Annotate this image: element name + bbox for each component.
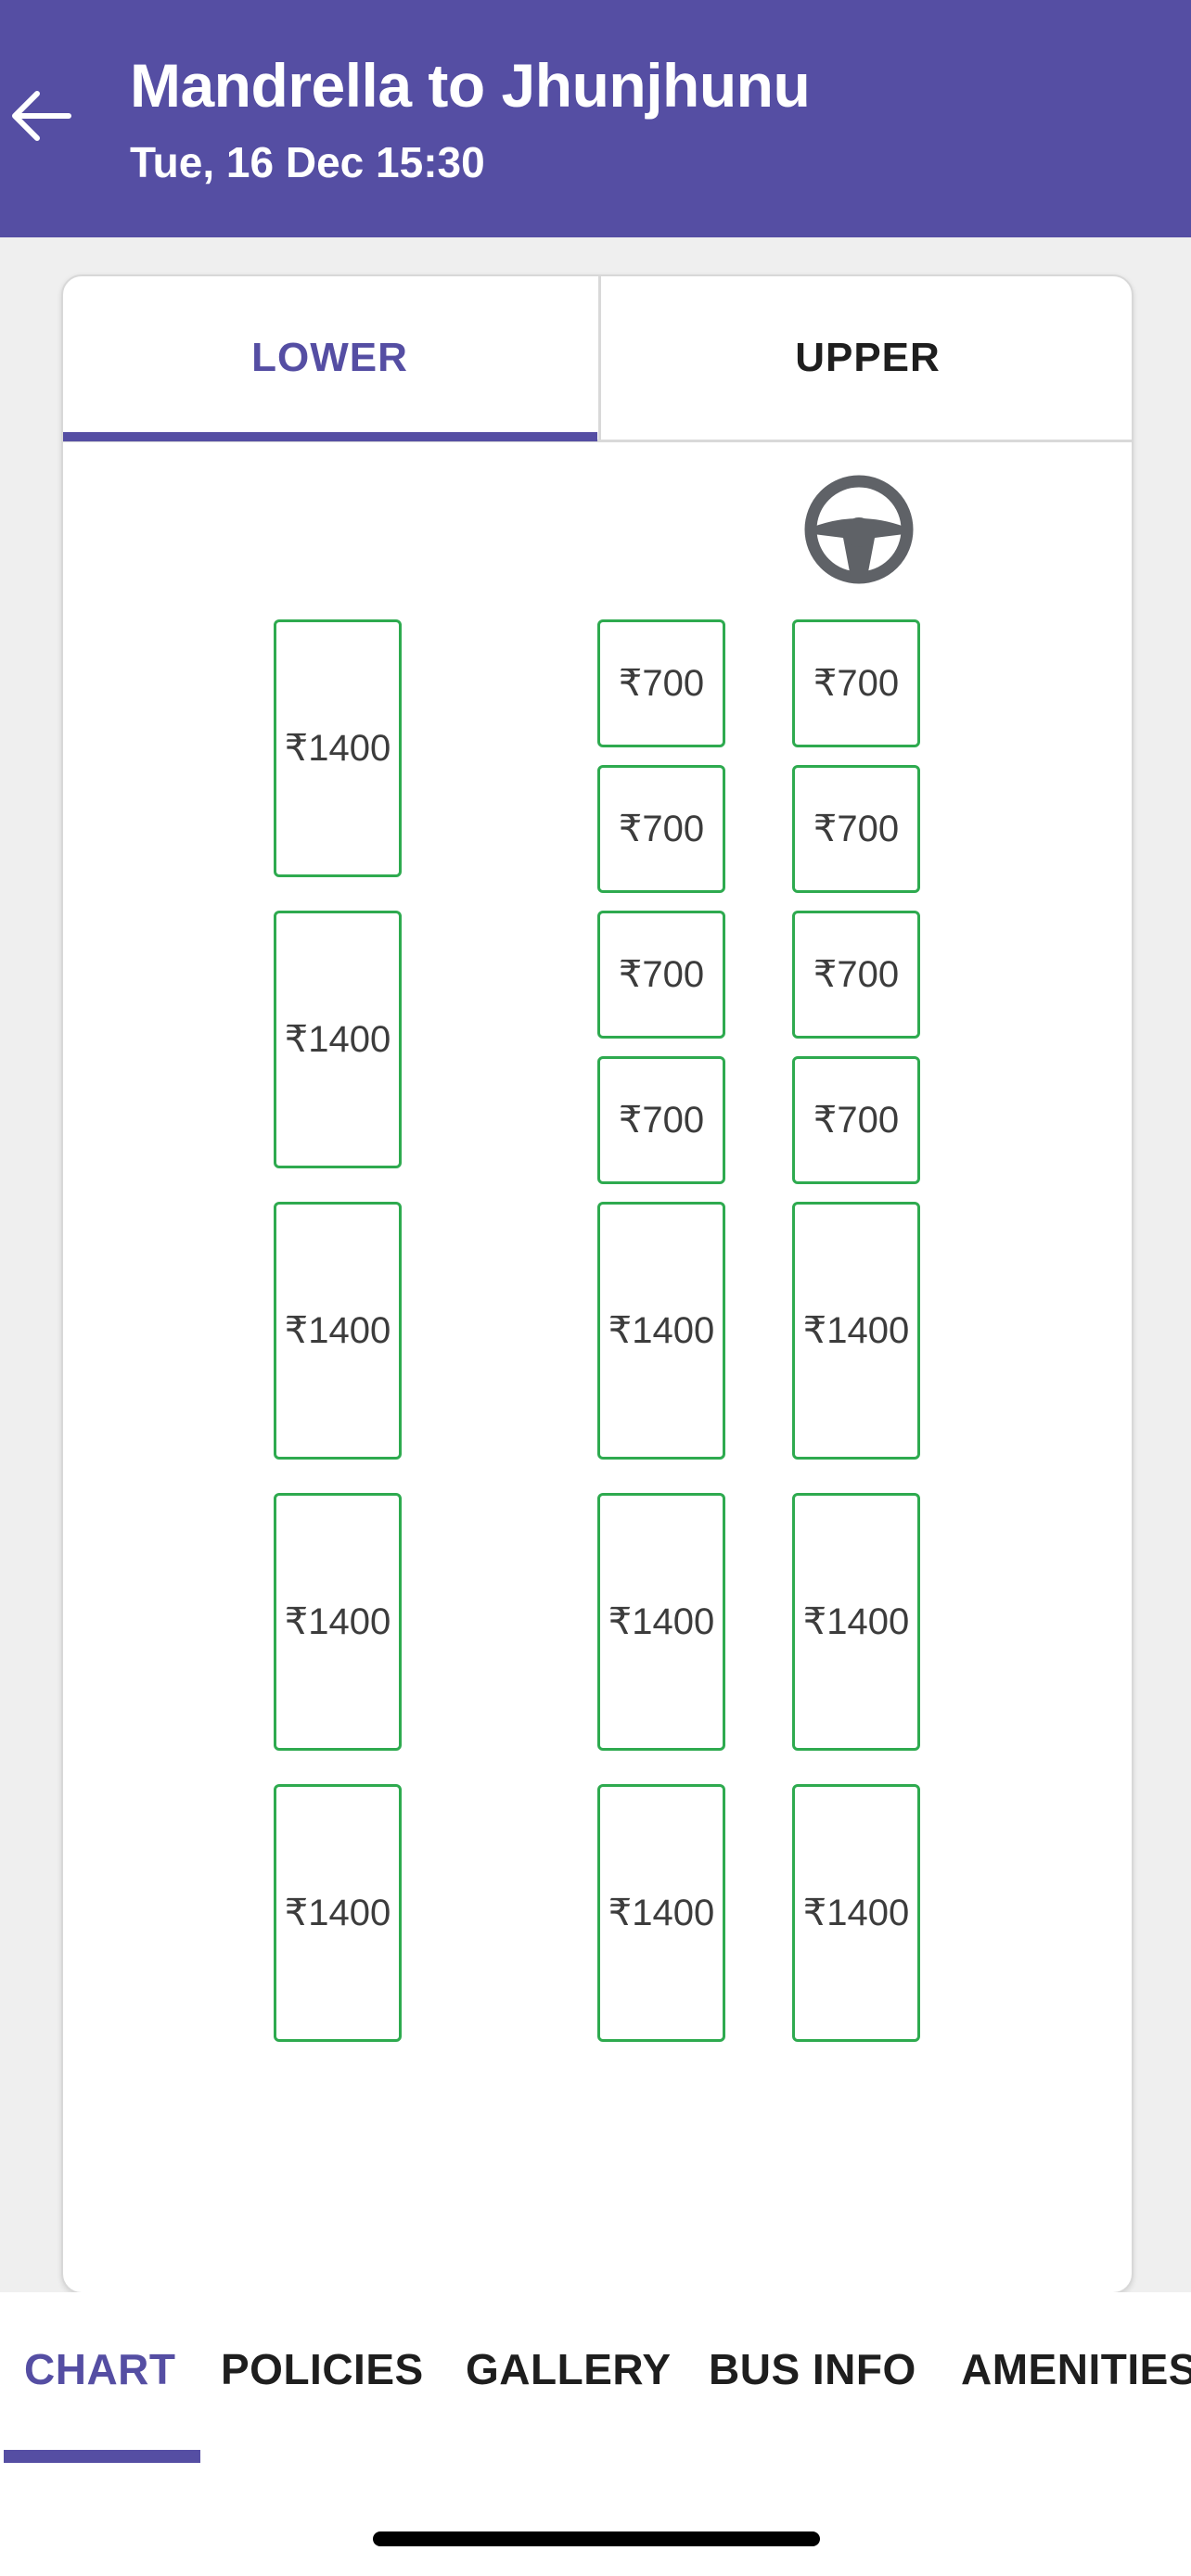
seat-sleeper[interactable]: ₹1400 [274,911,402,1168]
seat-sleeper[interactable]: ₹1400 [792,1493,920,1751]
seat-seater[interactable]: ₹700 [792,619,920,747]
back-button[interactable] [0,74,80,158]
seat-sleeper[interactable]: ₹1400 [597,1493,725,1751]
seat-sleeper[interactable]: ₹1400 [597,1202,725,1460]
tab-amenities[interactable]: AMENITIES [961,2344,1191,2394]
active-tab-indicator [4,2450,200,2463]
tab-lower-deck[interactable]: LOWER [63,276,596,440]
active-tab-indicator [63,432,597,441]
top-app-bar: Mandrella to Jhunjhunu Tue, 16 Dec 15:30 [0,0,1191,237]
seat-sleeper[interactable]: ₹1400 [792,1784,920,2042]
page-title: Mandrella to Jhunjhunu [130,51,811,120]
seat-sleeper[interactable]: ₹1400 [792,1202,920,1460]
tab-chart[interactable]: CHART [24,2344,175,2394]
tab-upper-deck[interactable]: UPPER [598,276,1132,440]
seat-seater[interactable]: ₹700 [792,911,920,1039]
journey-datetime: Tue, 16 Dec 15:30 [130,138,485,186]
seat-seater[interactable]: ₹700 [597,765,725,893]
seat-seater[interactable]: ₹700 [597,1056,725,1184]
seat-seater[interactable]: ₹700 [792,765,920,893]
seat-layout-card: LOWER UPPER ₹1400 ₹1400 ₹1400 ₹1400 ₹140… [61,274,1133,2294]
home-indicator[interactable] [373,2531,820,2546]
deck-tabs: LOWER UPPER [63,276,1132,442]
tab-gallery[interactable]: GALLERY [466,2344,672,2394]
seat-sleeper[interactable]: ₹1400 [274,1784,402,2042]
seat-seater[interactable]: ₹700 [597,911,725,1039]
tab-policies[interactable]: POLICIES [221,2344,424,2394]
seat-seater[interactable]: ₹700 [792,1056,920,1184]
seat-sleeper[interactable]: ₹1400 [274,1202,402,1460]
arrow-left-icon [12,91,71,141]
steering-wheel-icon [804,475,914,584]
seat-sleeper[interactable]: ₹1400 [274,619,402,877]
seat-sleeper[interactable]: ₹1400 [274,1493,402,1751]
seat-sleeper[interactable]: ₹1400 [597,1784,725,2042]
seat-seater[interactable]: ₹700 [597,619,725,747]
tab-bus-info[interactable]: BUS INFO [709,2344,916,2394]
